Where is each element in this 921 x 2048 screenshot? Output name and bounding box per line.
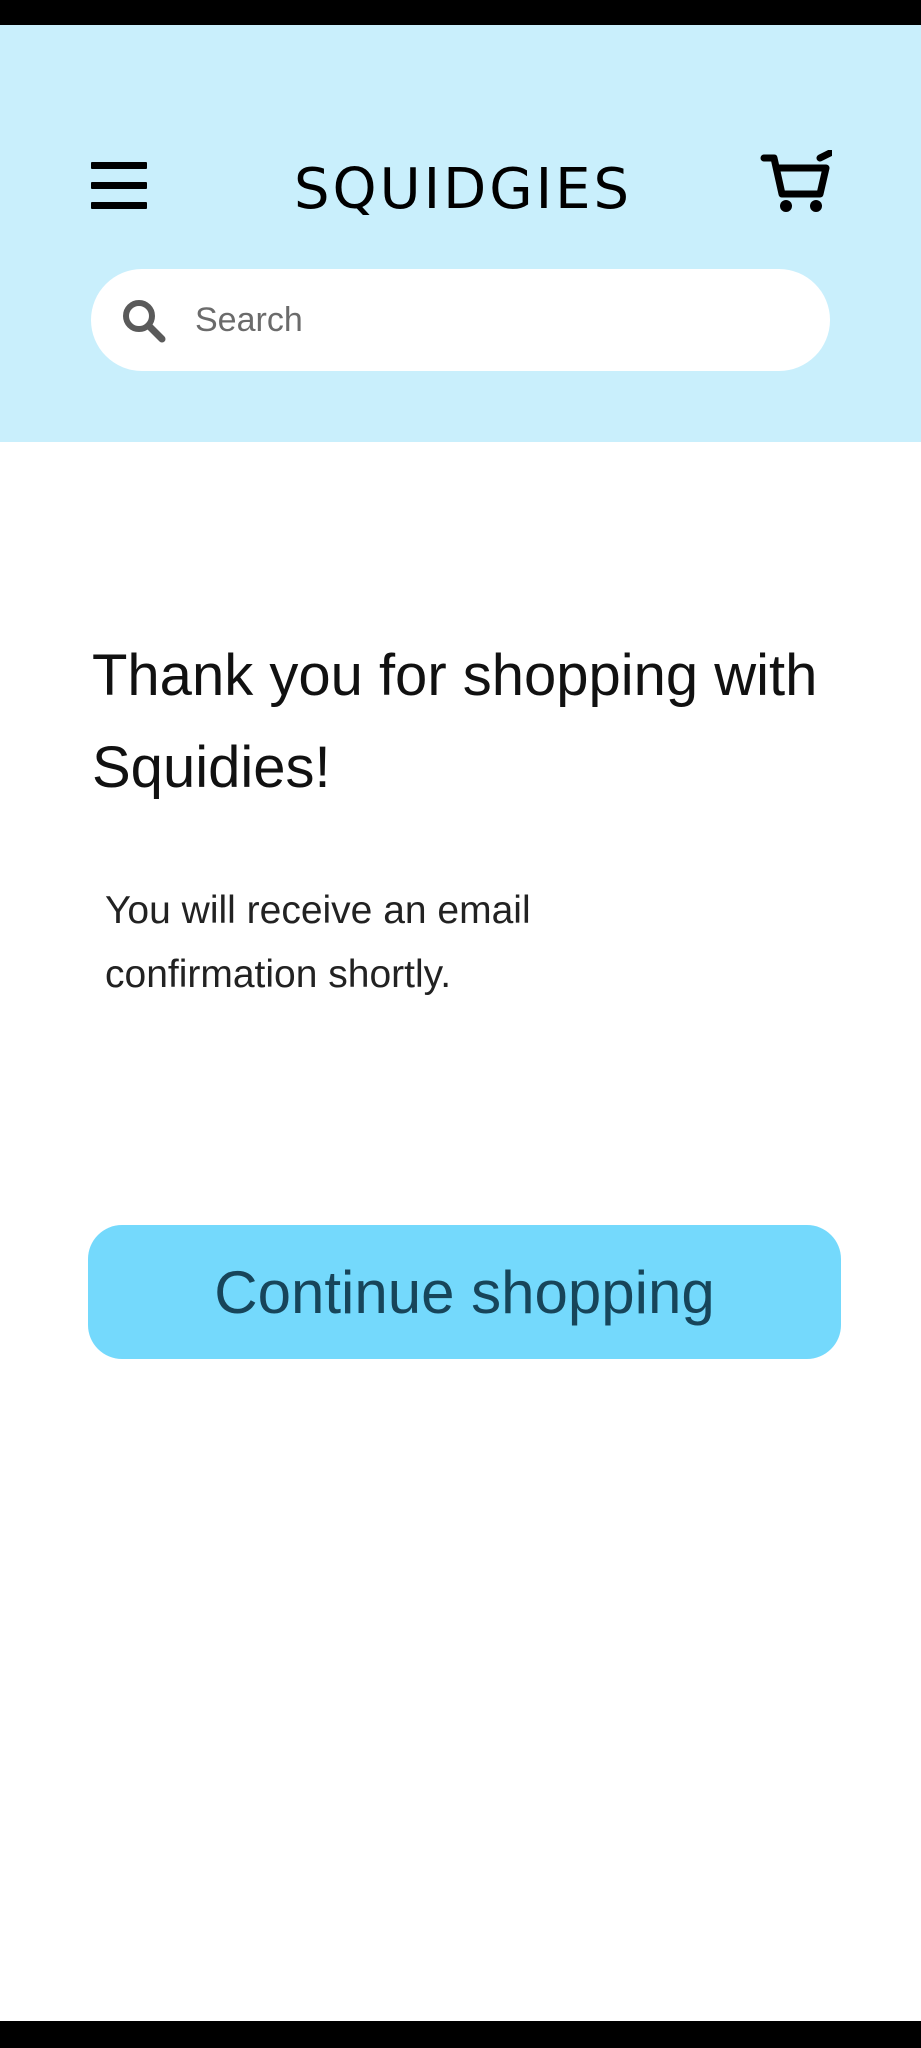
menu-button[interactable] bbox=[88, 135, 150, 209]
system-navigation-bar bbox=[0, 2021, 921, 2048]
search-box[interactable] bbox=[91, 269, 830, 371]
status-bar bbox=[0, 0, 921, 25]
search-icon bbox=[123, 300, 166, 343]
app-screen: SQUIDGIES Thank you for shopping with Sq… bbox=[0, 25, 921, 2021]
logo: SQUIDGIES bbox=[278, 150, 648, 230]
logo-text: SQUIDGIES bbox=[293, 157, 633, 222]
header: SQUIDGIES bbox=[0, 25, 921, 442]
confirmation-heading: Thank you for shopping with Squidies! bbox=[92, 643, 818, 800]
cart-button[interactable] bbox=[760, 149, 834, 216]
continue-shopping-button[interactable]: Continue shopping bbox=[88, 1225, 841, 1359]
shopping-cart-icon bbox=[760, 149, 834, 212]
search-input[interactable] bbox=[195, 291, 795, 349]
confirmation-message: You will receive an email confirmation s… bbox=[105, 889, 531, 996]
